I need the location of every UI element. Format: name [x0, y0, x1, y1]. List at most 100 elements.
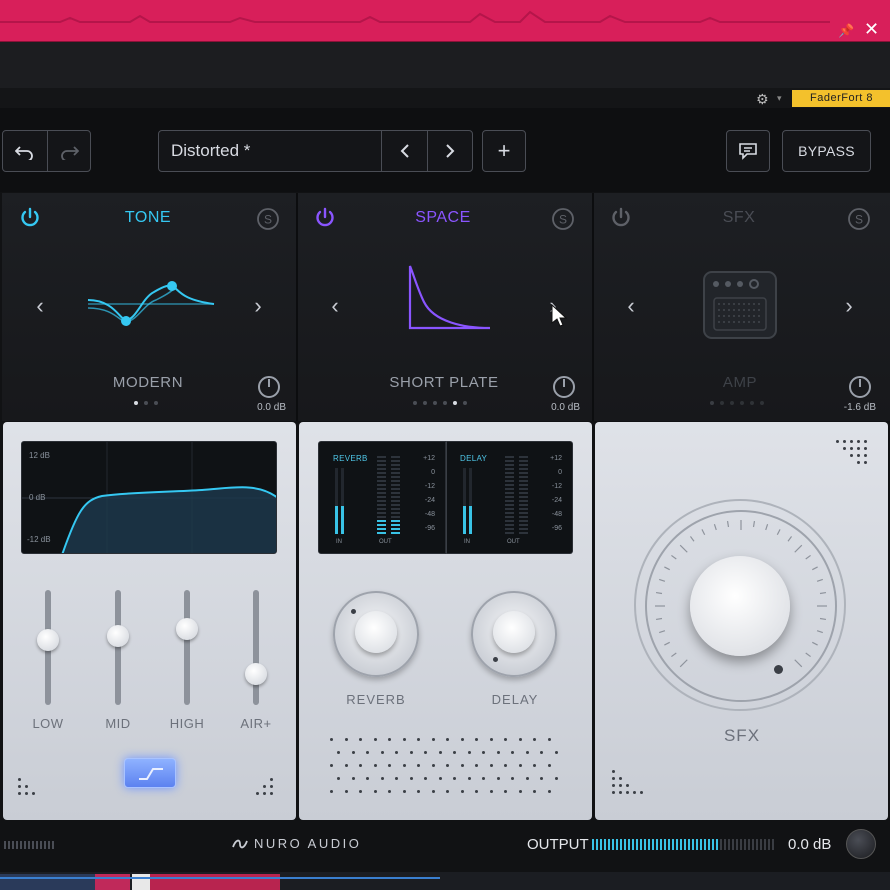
sfx-title: SFX: [722, 209, 756, 226]
sfx-solo-icon[interactable]: S: [847, 207, 871, 231]
tone-gain-knob[interactable]: [258, 376, 280, 398]
grille-dot: [460, 738, 464, 741]
chevron-down-icon[interactable]: ▾: [777, 93, 787, 105]
output-meter-segment: [756, 839, 758, 850]
grille-dot: [344, 764, 348, 767]
space-title: SPACE: [415, 209, 471, 226]
sfx-next-icon[interactable]: ›: [839, 293, 859, 319]
close-icon[interactable]: ✕: [864, 20, 882, 38]
output-meter-segment: [764, 839, 766, 850]
grille-dot: [547, 764, 551, 767]
svg-text:S: S: [264, 213, 272, 227]
timeline-progress: [0, 877, 440, 879]
decor-dots-right: [256, 778, 273, 795]
output-meter-segment: [604, 839, 606, 850]
grille-dot: [395, 777, 398, 780]
delay-knob[interactable]: [471, 591, 557, 677]
mid-slider-track[interactable]: [115, 590, 121, 705]
delay-in-meter-l: [463, 468, 466, 534]
tone-solo-icon[interactable]: S: [256, 207, 280, 231]
reverb-in-label: IN: [336, 539, 342, 545]
app-window: 📌 ✕ ⚙ ▾ FaderFort 8 Distorted * + BYPASS…: [0, 0, 890, 890]
output-label: OUTPUT: [527, 836, 589, 853]
grille-dot: [525, 777, 529, 780]
tone-prev-icon[interactable]: ‹: [30, 293, 50, 319]
previous-preset-button[interactable]: [381, 130, 428, 172]
sfx-gain-knob[interactable]: [849, 376, 871, 398]
preset-name-field[interactable]: Distorted *: [158, 130, 382, 172]
plugin-name-tag[interactable]: FaderFort 8: [792, 90, 890, 107]
grille-dot: [337, 751, 340, 754]
space-power-icon[interactable]: [313, 206, 337, 230]
grille-dot: [351, 751, 355, 754]
tone-page-dots: [134, 401, 158, 407]
output-meter-segment: [608, 839, 610, 850]
space-prev-icon[interactable]: ‹: [325, 293, 345, 319]
high-slider-track[interactable]: [184, 590, 190, 705]
tone-title: TONE: [124, 209, 172, 226]
output-meter-segment: [724, 839, 726, 850]
space-solo-icon[interactable]: S: [551, 207, 575, 231]
grille-dot: [518, 790, 522, 793]
space-gain-knob[interactable]: [553, 376, 575, 398]
reverb-in-meter-l: [335, 468, 338, 534]
sfx-power-icon[interactable]: [609, 206, 633, 230]
grille-dot: [467, 751, 471, 754]
next-preset-button[interactable]: [427, 130, 473, 172]
grille-dot: [359, 764, 362, 767]
output-meter-segment: [772, 839, 774, 850]
tone-next-icon[interactable]: ›: [248, 293, 268, 319]
speaker-grille: [330, 738, 564, 800]
undo-button[interactable]: [2, 130, 48, 172]
grille-dot: [424, 777, 427, 780]
output-meter-segment: [752, 839, 754, 850]
high-slider-label: HIGH: [169, 716, 205, 731]
feedback-button[interactable]: [726, 130, 770, 172]
grille-dot: [359, 738, 362, 741]
grille-dot: [547, 738, 551, 741]
output-meter-segment: [720, 839, 722, 850]
scale-tick: +12: [550, 455, 562, 462]
tone-preset-name: MODERN: [112, 374, 184, 391]
scale-tick: -12: [424, 483, 435, 490]
grille-dot: [431, 738, 435, 741]
gear-icon[interactable]: ⚙: [756, 91, 772, 107]
grille-dot: [496, 751, 500, 754]
reverb-meter-display: REVERB +12 0 -12 -24 -48 -96 IN OUT: [318, 441, 446, 554]
reverb-knob[interactable]: [333, 591, 419, 677]
output-knob[interactable]: [846, 829, 876, 859]
chevron-right-icon: [446, 144, 455, 158]
sfx-decor-dots-top: [836, 440, 867, 464]
grille-dot: [431, 764, 435, 767]
brand-name: NURO AUDIO: [254, 836, 362, 851]
sfx-knob-label: SFX: [723, 726, 761, 745]
space-preset-name: SHORT PLATE: [389, 374, 499, 391]
output-meter-segment: [616, 839, 618, 850]
output-meter-segment: [768, 839, 770, 850]
grille-dot: [540, 777, 543, 780]
high-slider-thumb[interactable]: [176, 617, 198, 640]
grille-dot: [482, 777, 485, 780]
low-slider-thumb[interactable]: [37, 629, 59, 652]
chat-icon: [739, 143, 757, 160]
tone-mode-toggle[interactable]: [124, 758, 176, 788]
air-slider-track[interactable]: [253, 590, 259, 705]
output-meter-segment: [644, 839, 646, 850]
output-meter-segment: [676, 839, 678, 850]
grille-dot: [373, 738, 377, 741]
grille-dot: [366, 751, 369, 754]
space-gain-value: 0.0 dB: [551, 402, 580, 413]
bypass-button[interactable]: BYPASS: [782, 130, 871, 172]
redo-button[interactable]: [47, 130, 91, 172]
tone-power-icon[interactable]: [18, 206, 42, 230]
grille-dot: [489, 764, 493, 767]
output-meter-segment: [636, 839, 638, 850]
air-slider-thumb[interactable]: [245, 662, 267, 685]
pin-icon[interactable]: 📌: [838, 24, 854, 38]
sfx-prev-icon[interactable]: ‹: [621, 293, 641, 319]
scale-tick: 0: [431, 469, 435, 476]
sfx-knob[interactable]: [690, 556, 790, 656]
output-meter-segment: [596, 839, 598, 850]
add-preset-button[interactable]: +: [482, 130, 526, 172]
grille-dot: [438, 777, 442, 780]
